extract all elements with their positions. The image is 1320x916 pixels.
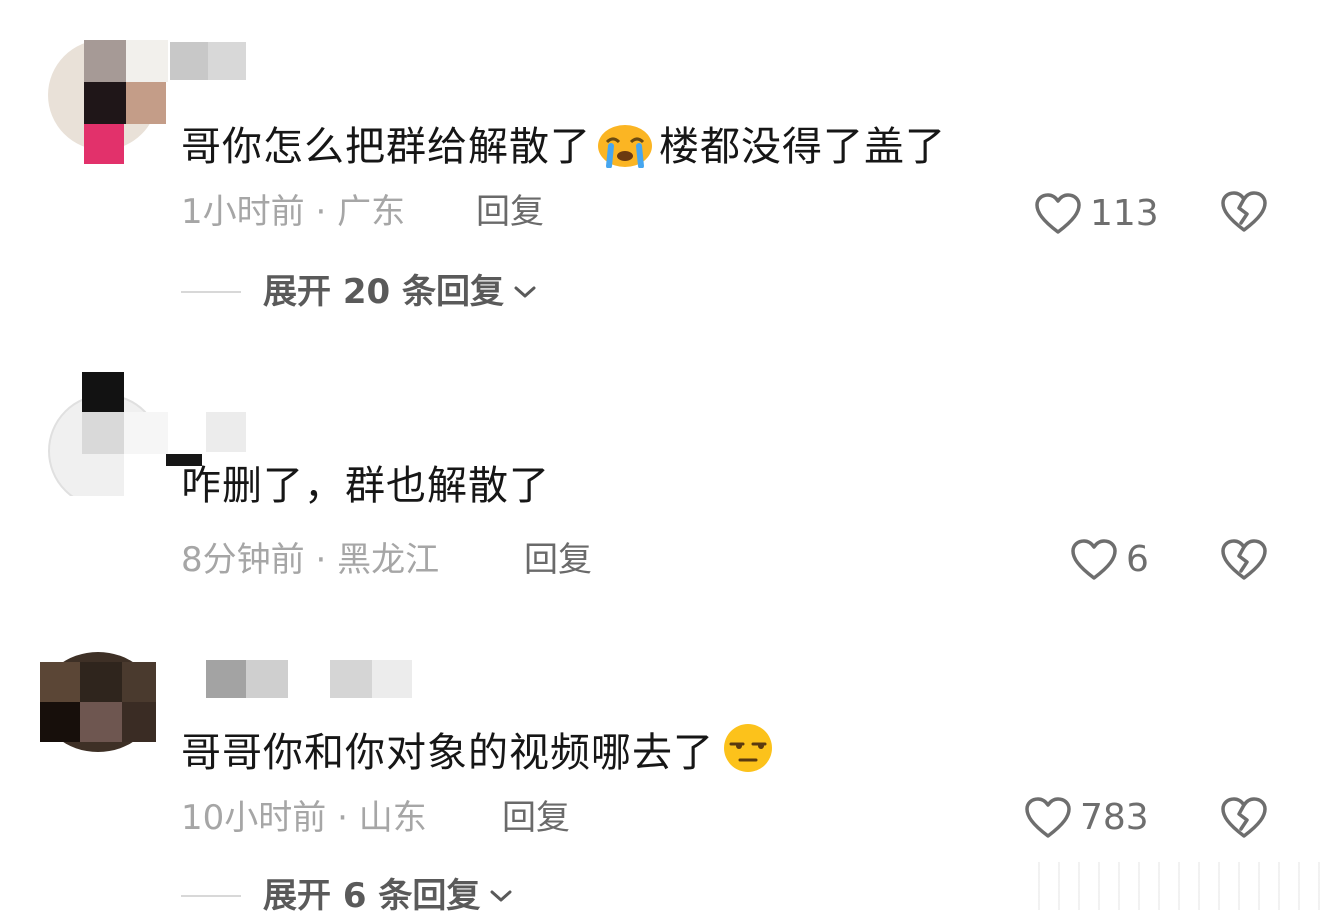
broken-heart-icon	[1221, 797, 1267, 838]
like-count: 113	[1090, 193, 1159, 234]
avatar[interactable]	[44, 40, 168, 164]
reply-button[interactable]: 回复	[502, 798, 570, 838]
like-button[interactable]: 6	[1070, 538, 1149, 582]
like-count: 783	[1080, 797, 1149, 838]
comment-location: 黑龙江	[337, 540, 440, 580]
watermark-strip	[1020, 862, 1320, 910]
expand-replies-button[interactable]: 展开 6 条回复	[181, 876, 514, 916]
avatar[interactable]	[40, 652, 164, 776]
expand-replies-button[interactable]: 展开 20 条回复	[181, 272, 538, 312]
divider-line	[181, 291, 241, 293]
comment-location: 山东	[358, 798, 427, 838]
comment-time: 10小时前	[181, 798, 327, 838]
dislike-button[interactable]	[1220, 538, 1268, 582]
heart-icon	[1071, 539, 1117, 580]
like-button[interactable]: 113	[1034, 192, 1159, 236]
expand-replies-label: 展开 20 条回复	[263, 272, 504, 312]
comment-text: 咋删了，群也解散了	[181, 463, 550, 509]
broken-heart-icon	[1221, 191, 1267, 232]
comment-time: 8分钟前	[181, 540, 305, 580]
like-button[interactable]: 783	[1024, 796, 1149, 840]
reply-button[interactable]: 回复	[524, 540, 592, 580]
meta-separator: ·	[337, 798, 348, 838]
comment-location: 广东	[337, 192, 406, 232]
dislike-button[interactable]	[1220, 190, 1268, 234]
meta-separator: ·	[315, 540, 327, 580]
heart-icon	[1025, 797, 1071, 838]
comment-text: 哥哥你和你对象的视频哪去了	[181, 722, 782, 777]
meta-separator: ·	[315, 192, 327, 232]
comment-meta: 8分钟前 · 黑龙江	[181, 540, 439, 580]
dislike-button[interactable]	[1220, 796, 1268, 840]
divider-line	[181, 895, 241, 897]
like-count: 6	[1126, 539, 1149, 580]
comment-time: 1小时前	[181, 192, 305, 232]
expand-replies-label: 展开 6 条回复	[263, 876, 481, 916]
avatar[interactable]	[44, 372, 168, 496]
comment-meta: 10小时前 · 山东	[181, 798, 427, 838]
reply-button[interactable]: 回复	[476, 192, 544, 232]
broken-heart-icon	[1221, 539, 1267, 580]
heart-icon	[1035, 193, 1081, 234]
crying-face-emoji	[598, 125, 652, 168]
unamused-face-emoji	[724, 724, 772, 772]
chevron-down-icon	[514, 286, 536, 298]
comment-meta: 1小时前 · 广东	[181, 192, 405, 232]
comment-text: 哥你怎么把群给解散了 楼都没得了盖了	[181, 116, 946, 171]
chevron-down-icon	[490, 890, 512, 902]
